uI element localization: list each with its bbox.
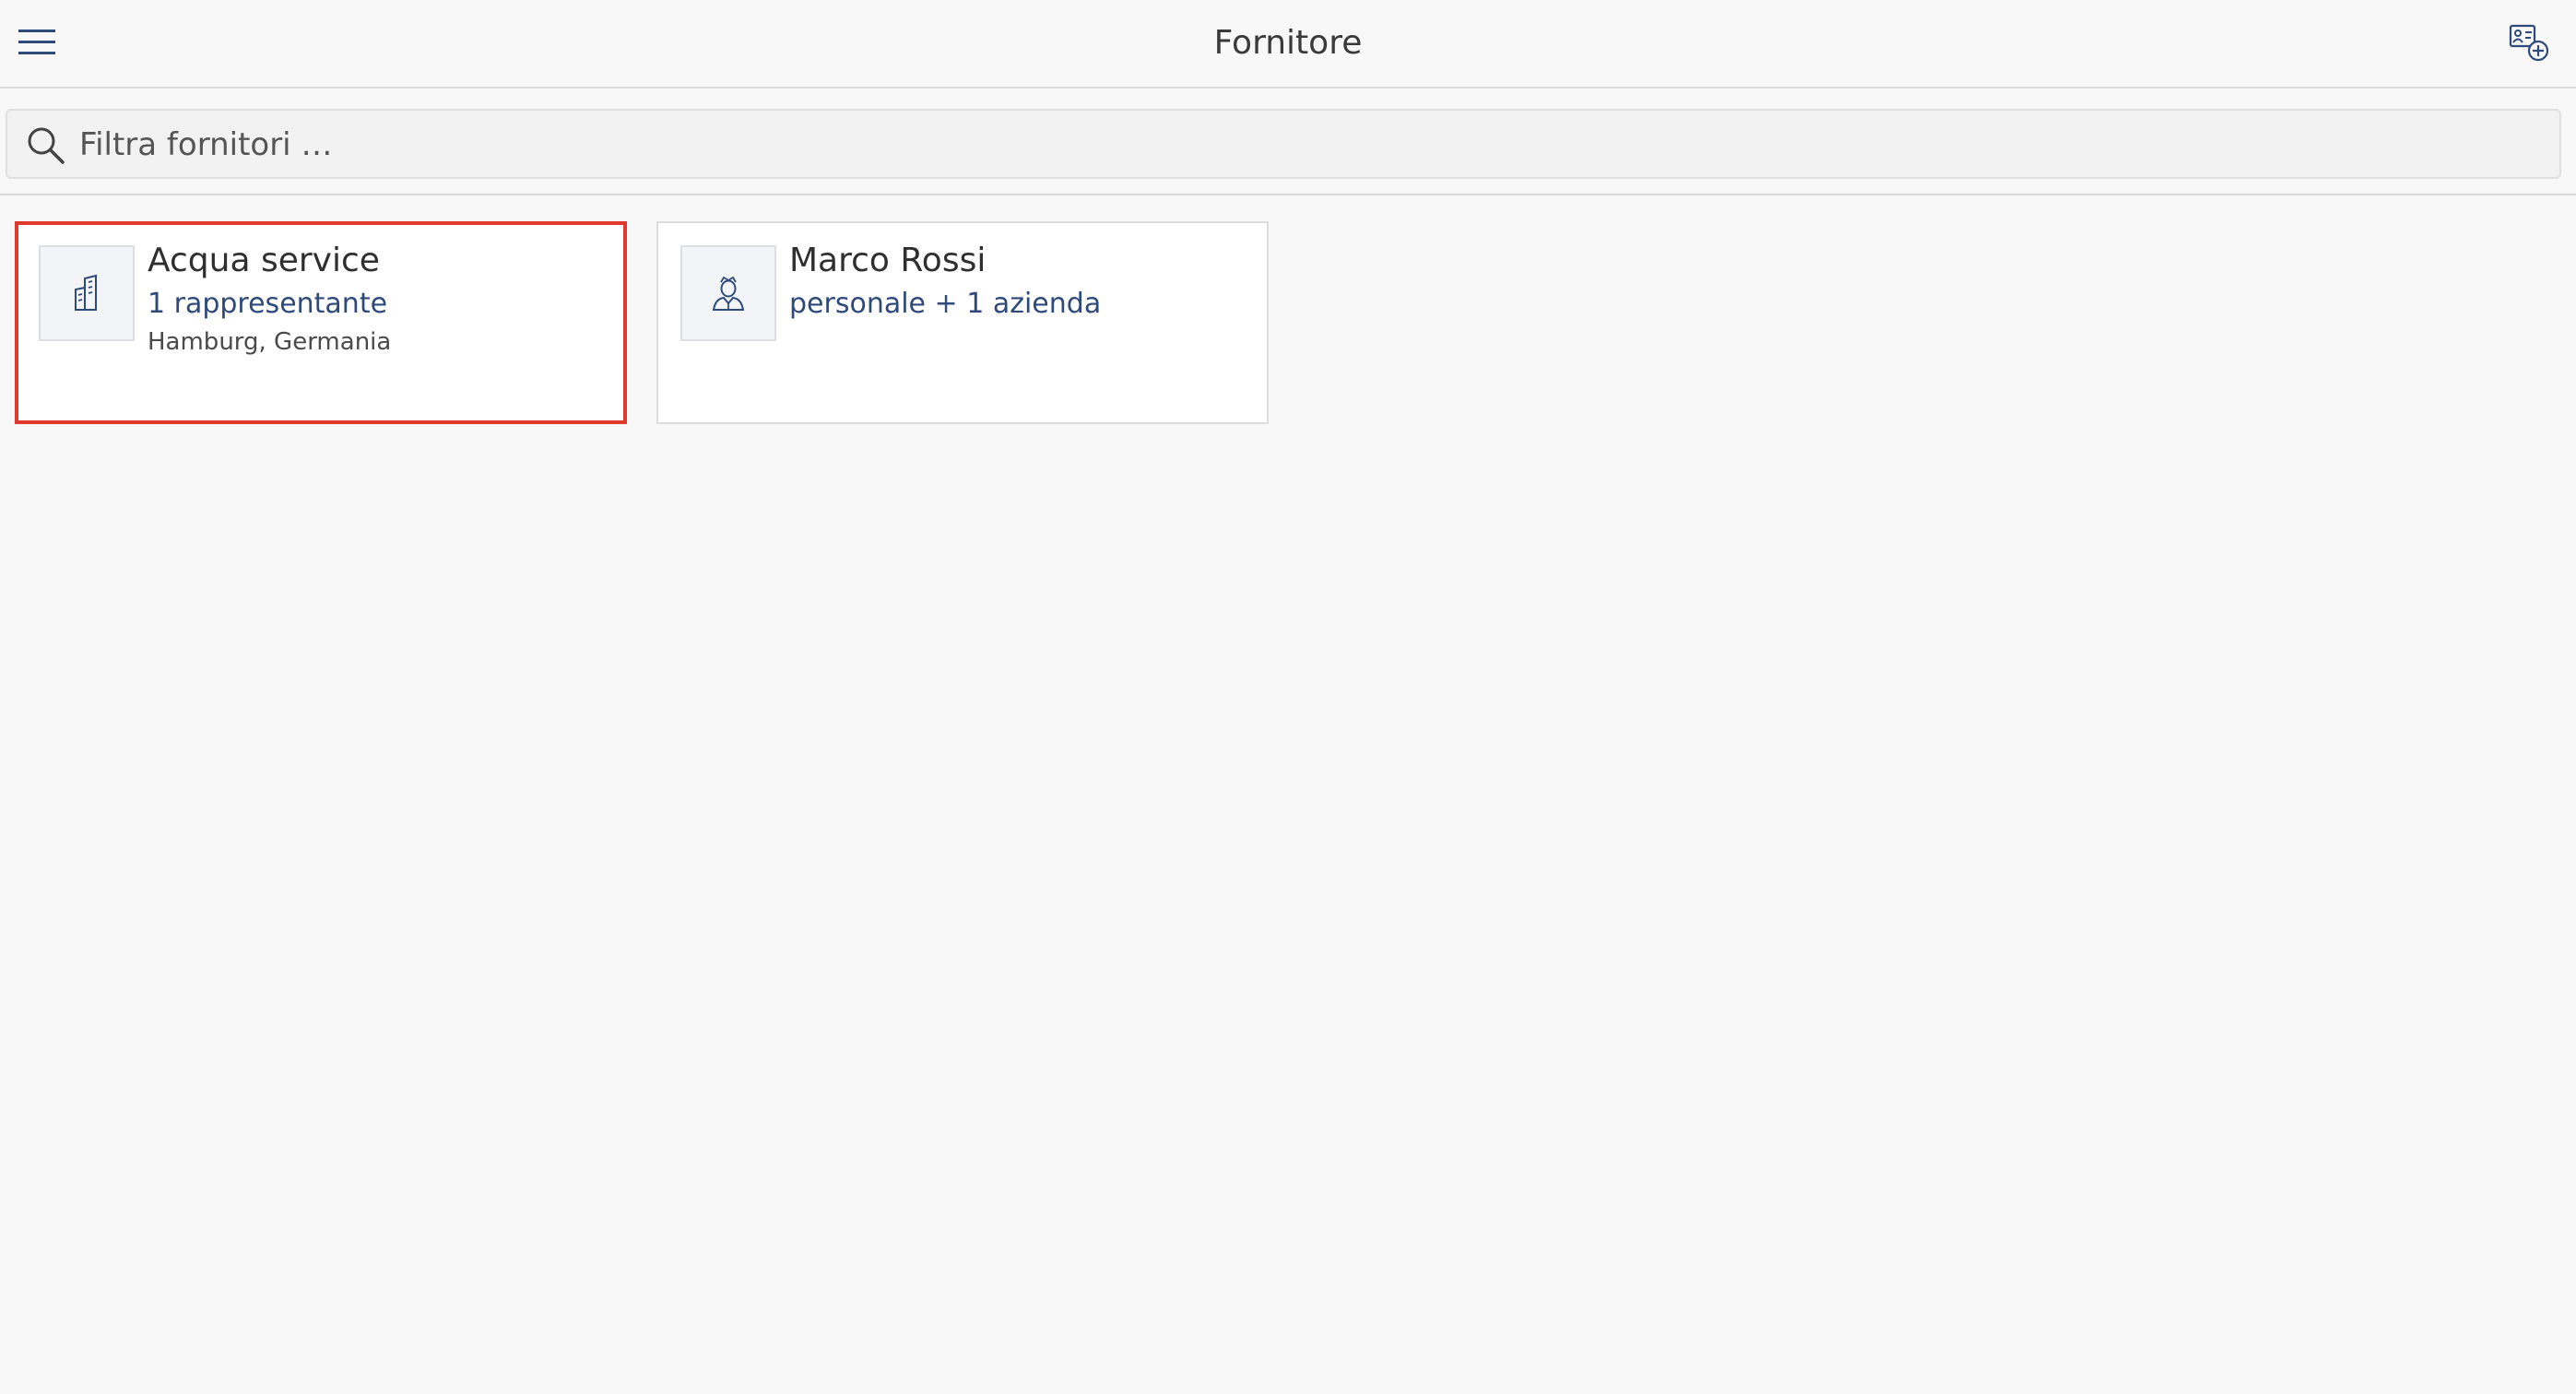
building-icon bbox=[75, 274, 97, 311]
supplier-card-marco-rossi[interactable]: Marco Rossi personale + 1 azienda bbox=[656, 221, 1269, 424]
hamburger-menu-icon bbox=[18, 30, 55, 54]
search-input[interactable] bbox=[77, 118, 2543, 171]
top-app-bar: Fornitore bbox=[0, 0, 2576, 89]
search-icon bbox=[28, 127, 65, 164]
search-bar bbox=[6, 109, 2561, 179]
page-title: Fornitore bbox=[1213, 24, 1363, 62]
supplier-location: Hamburg, Germania bbox=[148, 328, 392, 356]
add-contact-icon bbox=[2509, 24, 2549, 62]
supplier-subtitle: 1 rappresentante bbox=[148, 288, 388, 320]
supplier-avatar bbox=[39, 245, 135, 341]
divider bbox=[0, 194, 2576, 195]
supplier-subtitle: personale + 1 azienda bbox=[789, 288, 1102, 320]
supplier-card-acqua-service[interactable]: Acqua service 1 rappresentante Hamburg, … bbox=[15, 221, 627, 424]
supplier-name: Marco Rossi bbox=[789, 242, 987, 279]
person-icon bbox=[712, 276, 745, 311]
add-supplier-button[interactable] bbox=[2504, 17, 2556, 68]
menu-button[interactable] bbox=[13, 20, 61, 65]
supplier-name: Acqua service bbox=[148, 242, 380, 279]
supplier-avatar bbox=[680, 245, 776, 341]
